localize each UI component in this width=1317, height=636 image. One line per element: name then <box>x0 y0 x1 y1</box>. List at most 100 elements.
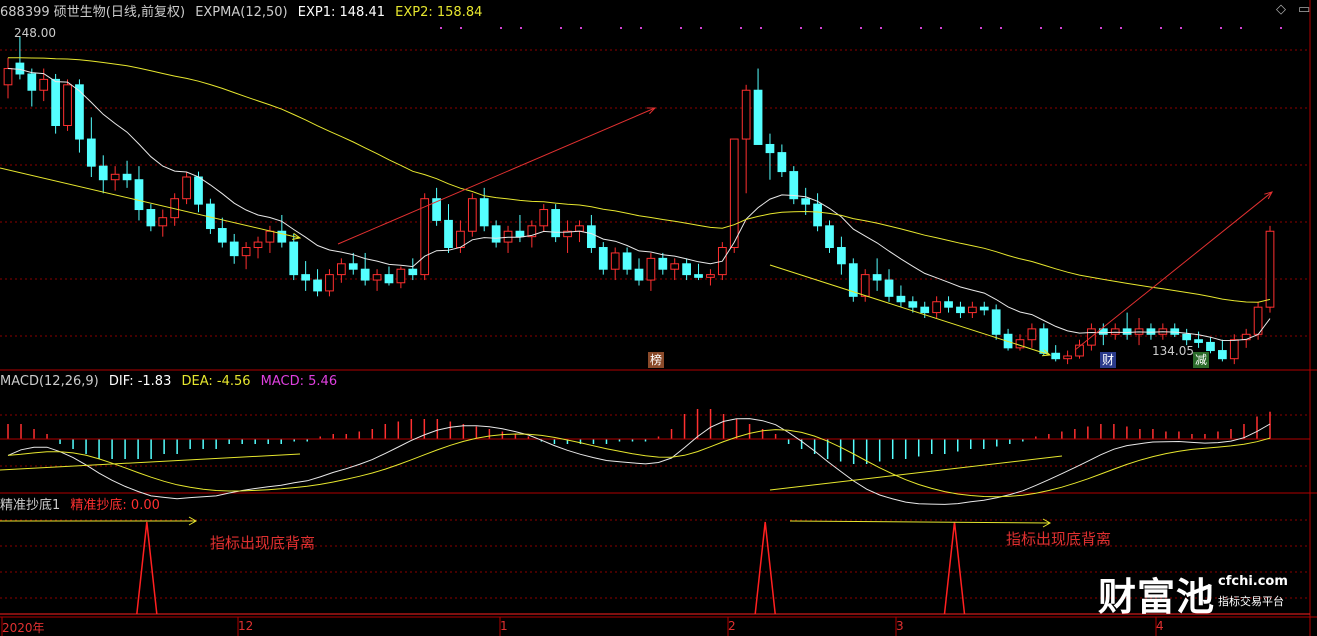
candle-body <box>1218 350 1227 360</box>
candle-body <box>1206 341 1215 352</box>
watermark-site: cfchi.com <box>1218 574 1288 589</box>
candle-body <box>301 274 311 281</box>
candle-body <box>539 209 549 227</box>
marker-dot <box>1000 27 1002 29</box>
candle-body <box>956 306 965 314</box>
candle-body <box>384 274 394 284</box>
marker-dot <box>940 27 942 29</box>
candle-body <box>908 301 918 308</box>
exp2-value: EXP2: 158.84 <box>395 5 483 20</box>
chart-canvas[interactable] <box>0 0 1317 636</box>
candle-body <box>491 225 501 243</box>
candle-body <box>682 263 691 276</box>
candle-body <box>765 143 775 154</box>
candle-body <box>229 241 239 257</box>
candle-body <box>860 274 870 297</box>
candle-body <box>706 274 715 278</box>
marker-dot <box>680 27 682 29</box>
diamond-icon[interactable]: ◇ <box>1276 2 1286 17</box>
max-price-label: 248.00 <box>14 26 56 40</box>
watermark-brand: 财富池 <box>1098 575 1216 619</box>
marker-dot <box>500 27 502 29</box>
trend-arrow <box>1074 191 1273 351</box>
x-axis-label: 2020年 <box>2 621 45 635</box>
candle-body <box>813 203 822 227</box>
trend-arrow <box>0 167 301 239</box>
marker-dot <box>800 27 802 29</box>
signal-name[interactable]: 精准抄底1 <box>0 498 60 513</box>
candle-body <box>967 306 977 314</box>
marker-dot <box>760 27 762 29</box>
candle-body <box>991 309 1001 335</box>
candle-body <box>325 274 334 292</box>
x-axis-label: 2 <box>728 619 736 633</box>
signal-header: 精准抄底1 精准抄底: 0.00 <box>0 497 166 515</box>
candle-body <box>372 274 382 281</box>
badge-jian[interactable]: 减 <box>1193 352 1210 368</box>
candle-body <box>241 247 251 257</box>
candle-body <box>1229 339 1239 360</box>
marker-dot <box>1120 27 1122 29</box>
candle-body <box>503 230 513 243</box>
candle-body <box>920 306 930 314</box>
candle-body <box>265 230 275 243</box>
marker-dot <box>740 27 742 29</box>
candle-body <box>182 176 191 200</box>
expand-button[interactable]: ▭ <box>1298 2 1310 17</box>
candle-body <box>39 78 49 91</box>
candle-body <box>587 225 596 249</box>
candle-body <box>444 219 453 249</box>
candle-body <box>336 263 346 276</box>
watermark-slogan: 指标交易平台 <box>1218 595 1284 608</box>
candle-body <box>741 89 751 140</box>
macd-name[interactable]: MACD(12,26,9) <box>0 374 99 389</box>
macd-header: MACD(12,26,9) DIF: -1.83 DEA: -4.56 MACD… <box>0 373 343 391</box>
marker-dot <box>460 27 462 29</box>
candle-body <box>110 173 120 181</box>
candle-body <box>1182 333 1192 341</box>
marker-dot <box>920 27 922 29</box>
signal-spike <box>754 521 776 615</box>
candle-body <box>1122 328 1132 335</box>
candle-body <box>884 279 894 297</box>
candle-body <box>515 230 525 238</box>
dif-line <box>7 418 1271 505</box>
candle-body <box>1051 352 1061 360</box>
macd-trend-line <box>0 453 301 471</box>
signal-spike <box>943 521 966 615</box>
candle-body <box>289 241 299 276</box>
marker-dot <box>980 27 982 29</box>
candle-body <box>825 225 834 249</box>
x-axis-label: 12 <box>238 619 254 633</box>
marker-dot <box>1100 27 1102 29</box>
badge-cai[interactable]: 财 <box>1100 352 1117 368</box>
marker-dot <box>1040 27 1042 29</box>
marker-dot <box>860 27 862 29</box>
indicator-name[interactable]: EXPMA(12,50) <box>195 5 287 20</box>
candle-body <box>801 198 811 205</box>
candle-body <box>122 173 132 181</box>
candle-body <box>146 209 156 227</box>
candle-body <box>27 73 37 91</box>
x-axis-label: 3 <box>896 619 904 633</box>
candle-body <box>313 279 322 292</box>
macd-trend-line <box>769 455 1063 491</box>
candle-body <box>575 225 584 232</box>
marker-dot <box>520 27 522 29</box>
dea-value: DEA: -4.56 <box>181 374 251 389</box>
badge-bang[interactable]: 榜 <box>648 352 665 368</box>
candle-body <box>694 274 703 278</box>
candle-body <box>51 78 60 126</box>
candle-body <box>646 257 656 281</box>
candle-body <box>610 252 620 270</box>
x-axis-label: 1 <box>500 619 508 633</box>
signal-spike <box>136 521 158 615</box>
price-header: 688399 硕世生物(日线,前复权) EXPMA(12,50) EXP1: 1… <box>0 4 488 22</box>
candle-body <box>158 217 168 227</box>
ticker-label[interactable]: 688399 硕世生物(日线,前复权) <box>0 5 185 20</box>
exp1-value: EXP1: 148.41 <box>297 5 385 20</box>
candle-body <box>1146 328 1156 335</box>
candle-body <box>408 268 418 276</box>
divergence-annotation-2: 指标出现底背离 <box>1006 530 1112 548</box>
marker-dot <box>880 27 882 29</box>
